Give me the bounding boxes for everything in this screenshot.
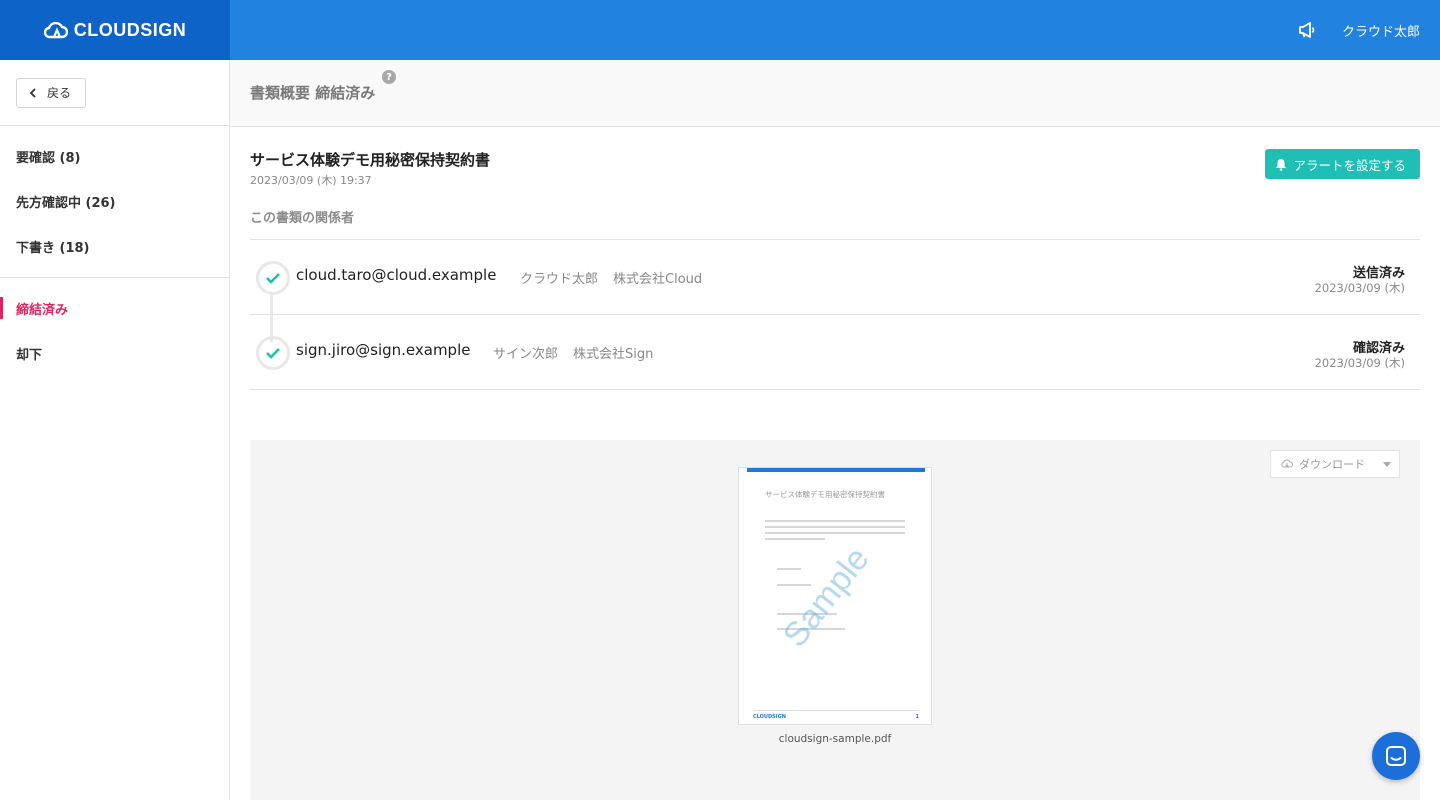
- set-alert-button[interactable]: アラートを設定する: [1265, 149, 1420, 179]
- document-preview: ダウンロード サービス体験デモ用秘密保持契約書 Sample CLOUDSIGN…: [250, 440, 1420, 800]
- sidebar-item-label: 締結済み: [16, 303, 69, 318]
- sidebar-item-label: 先方確認中 (26): [16, 196, 116, 211]
- logo-text: CLOUDSIGN: [73, 19, 187, 40]
- parties-list: cloud.taro@cloud.example クラウド太郎 株式会社Clou…: [250, 239, 1420, 390]
- back-button[interactable]: 戻る: [16, 77, 87, 108]
- thumbnail-page-number: 1: [915, 714, 919, 720]
- help-icon[interactable]: ?: [382, 70, 396, 84]
- party-status: 確認済み: [1352, 341, 1405, 356]
- user-menu[interactable]: クラウド太郎: [1342, 21, 1420, 40]
- party-status: 送信済み: [1352, 266, 1405, 281]
- page-thumbnail[interactable]: サービス体験デモ用秘密保持契約書 Sample CLOUDSIGN 1: [738, 467, 932, 725]
- set-alert-label: アラートを設定する: [1293, 157, 1406, 173]
- party-company: 株式会社Cloud: [613, 272, 703, 287]
- sidebar-item-label: 却下: [16, 348, 43, 363]
- document-date: 2023/03/09 (木) 19:37: [250, 174, 372, 187]
- sidebar-item-label: 下書き (18): [16, 241, 90, 256]
- document-detail: サービス体験デモ用秘密保持契約書 2023/03/09 (木) 19:37 アラ…: [230, 127, 1440, 800]
- thumbnail-footer-logo: CLOUDSIGN: [753, 714, 786, 720]
- sidebar-item-completed[interactable]: 締結済み: [0, 286, 229, 331]
- top-header: CLOUDSIGN クラウド太郎: [0, 0, 1440, 60]
- check-icon: [256, 261, 290, 295]
- party-row: cloud.taro@cloud.example クラウド太郎 株式会社Clou…: [250, 240, 1420, 315]
- sidebar-item-label: 要確認 (8): [16, 151, 81, 166]
- back-button-label: 戻る: [47, 86, 72, 100]
- timeline-connector: [270, 292, 273, 342]
- party-status-date: 2023/03/09 (木): [1314, 281, 1405, 295]
- thumbnail-title: サービス体験デモ用秘密保持契約書: [765, 490, 885, 499]
- parties-label: この書類の関係者: [250, 211, 355, 226]
- page-header: 書類概要 締結済み ?: [230, 60, 1440, 127]
- sidebar-item-rejected[interactable]: 却下: [0, 331, 229, 376]
- sidebar: 戻る 要確認 (8) 先方確認中 (26) 下書き (18) 締結済み 却下: [0, 60, 230, 800]
- megaphone-icon[interactable]: [1298, 22, 1316, 38]
- party-email: cloud.taro@cloud.example: [296, 266, 497, 284]
- logo[interactable]: CLOUDSIGN: [0, 0, 230, 60]
- party-status-date: 2023/03/09 (木): [1314, 356, 1405, 370]
- chevron-left-icon: [29, 87, 36, 98]
- bell-icon: [1276, 158, 1287, 171]
- page-title: 書類概要 締結済み: [250, 84, 376, 102]
- caret-down-icon: [1383, 461, 1391, 467]
- document-title: サービス体験デモ用秘密保持契約書: [250, 151, 491, 169]
- chat-button[interactable]: [1372, 732, 1420, 780]
- download-button[interactable]: ダウンロード: [1270, 450, 1400, 478]
- thumbnail-watermark: Sample: [775, 540, 877, 655]
- sidebar-item-needs-review[interactable]: 要確認 (8): [0, 134, 229, 179]
- party-company: 株式会社Sign: [573, 347, 654, 362]
- chat-icon: [1386, 746, 1406, 766]
- cloud-logo-icon: [43, 21, 68, 39]
- party-email: sign.jiro@sign.example: [296, 341, 471, 359]
- sidebar-item-drafts[interactable]: 下書き (18): [0, 224, 229, 269]
- cloud-download-icon: [1281, 459, 1293, 468]
- party-name: クラウド太郎: [520, 272, 599, 287]
- download-label: ダウンロード: [1299, 458, 1365, 471]
- party-row: sign.jiro@sign.example サイン次郎 株式会社Sign 確認…: [250, 315, 1420, 390]
- check-icon: [256, 336, 290, 370]
- sidebar-item-pending[interactable]: 先方確認中 (26): [0, 179, 229, 224]
- file-name: cloudsign-sample.pdf: [778, 733, 892, 745]
- party-name: サイン次郎: [493, 347, 559, 362]
